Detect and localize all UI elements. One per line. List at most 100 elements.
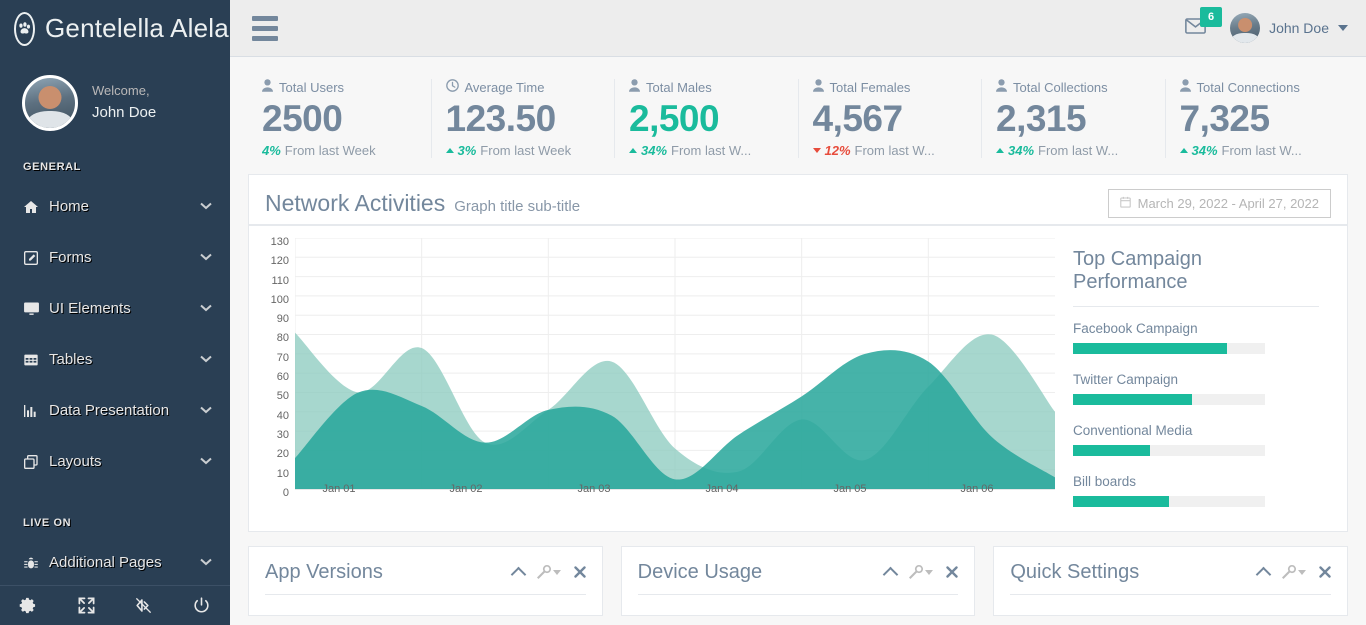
campaign-item: Conventional Media (1073, 423, 1319, 456)
y-tick: 30 (276, 428, 289, 441)
settings-wrench-icon[interactable] (1282, 565, 1307, 580)
tile-total-users: Total Users 2500 4% From last Week (248, 79, 432, 158)
chevron-down-icon (200, 252, 212, 264)
sidebar-item-label: Home (49, 198, 90, 215)
fullscreen-icon[interactable] (58, 586, 116, 625)
profile-name: John Doe (92, 104, 157, 122)
tile-count: 4,567 (812, 98, 904, 139)
y-tick: 60 (276, 371, 289, 384)
area-chart-canvas[interactable] (295, 237, 1055, 500)
campaign-label: Twitter Campaign (1073, 371, 1179, 387)
welcome-label: Welcome, (92, 82, 150, 98)
tile-subtext: From last W... (1038, 142, 1119, 158)
tile-trend: 4% From last Week (262, 143, 415, 158)
paw-icon (14, 11, 35, 46)
sidebar-item-data-presentation[interactable]: Data Presentation (0, 385, 230, 436)
sidebar-item-label: Additional Pages (49, 554, 162, 571)
user-icon (812, 79, 824, 95)
panel-title: Quick Settings (1010, 560, 1140, 583)
progress-track (1073, 393, 1265, 405)
user-icon (629, 79, 640, 95)
page-title: Network Activities (265, 189, 446, 216)
progress-track (1073, 342, 1265, 354)
panel-body: 130 120 110 100 90 80 70 60 50 40 30 20 … (249, 226, 1347, 531)
chevron-down-icon (200, 557, 212, 569)
brand-title: Gentelella Alela! (45, 13, 230, 43)
sidebar-item-label: Data Presentation (49, 402, 170, 419)
y-tick: 90 (276, 313, 289, 326)
panel-header: Network Activities Graph title sub-title… (249, 175, 1347, 226)
arrow-up-icon (1179, 147, 1188, 153)
settings-wrench-icon[interactable] (536, 565, 561, 580)
bottom-panel-row: App Versions Device Usage Quick Settings (248, 545, 1349, 616)
home-icon (23, 199, 49, 215)
sidebar-item-label: Tables (49, 351, 93, 368)
tile-trend: 12% From last W... (812, 143, 966, 158)
tile-trend: 34% From last W... (996, 143, 1149, 158)
sidebar-item-layouts[interactable]: Layouts (0, 436, 230, 487)
chart-y-axis: 130 120 110 100 90 80 70 60 50 40 30 20 … (263, 236, 289, 499)
network-activities-panel: Network Activities Graph title sub-title… (248, 173, 1348, 532)
panel-title: App Versions (265, 560, 383, 583)
y-tick: 80 (276, 332, 289, 345)
tile-count: 2500 (262, 98, 343, 139)
tile-subtext: From last W... (671, 142, 752, 158)
chevron-down-icon (200, 405, 212, 417)
chevron-down-icon (200, 201, 212, 213)
tile-percent: 34% (1191, 142, 1218, 158)
tile-subtext: From last W... (1221, 142, 1302, 158)
tile-total-males: Total Males 2,500 34% From last W... (615, 79, 799, 158)
messages-button[interactable]: 6 (1185, 6, 1223, 39)
page-content: Total Users 2500 4% From last Week Avera… (230, 57, 1366, 616)
lock-icon[interactable] (115, 586, 173, 625)
close-icon[interactable] (1319, 566, 1331, 579)
progress-track (1073, 495, 1265, 507)
panel-subtitle: Graph title sub-title (454, 197, 581, 215)
bug-icon (23, 555, 49, 571)
settings-wrench-icon[interactable] (909, 565, 934, 580)
y-tick: 100 (270, 293, 289, 306)
tile-count: 2,315 (996, 98, 1087, 139)
user-menu-label: John Doe (1269, 20, 1329, 36)
campaign-item: Facebook Campaign (1073, 321, 1319, 354)
close-icon[interactable] (946, 566, 959, 579)
settings-icon[interactable] (0, 586, 58, 625)
panel-content (637, 593, 959, 608)
tile-title: Total Collections (1013, 79, 1108, 95)
sidebar-item-label: UI Elements (49, 300, 131, 317)
x-tick: Jan 04 (705, 482, 739, 495)
sidebar-profile: Welcome, John Doe (0, 57, 230, 131)
y-tick: 110 (271, 274, 289, 287)
user-icon (1179, 79, 1191, 95)
table-icon (23, 352, 49, 368)
campaign-item: Twitter Campaign (1073, 372, 1319, 405)
edit-icon (23, 250, 49, 266)
brand[interactable]: Gentelella Alela! (0, 0, 230, 57)
campaign-label: Facebook Campaign (1073, 320, 1198, 336)
chevron-down-icon (1338, 25, 1348, 31)
tile-percent: 34% (1008, 142, 1035, 158)
tile-percent: 4% (262, 142, 281, 158)
logout-icon[interactable] (173, 586, 231, 625)
arrow-up-icon (996, 147, 1004, 153)
tile-title: Total Connections (1196, 79, 1300, 95)
collapse-icon[interactable] (510, 565, 526, 583)
sidebar-item-home[interactable]: Home (0, 181, 230, 232)
sidebar-item-forms[interactable]: Forms (0, 232, 230, 283)
collapse-icon[interactable] (1255, 565, 1272, 583)
user-icon (996, 79, 1007, 95)
clone-icon (23, 454, 49, 470)
daterange-picker[interactable]: March 29, 2022 - April 27, 2022 (1107, 188, 1331, 218)
sidebar-item-tables[interactable]: Tables (0, 334, 230, 385)
menu-toggle-icon[interactable] (252, 15, 278, 41)
user-menu[interactable]: John Doe (1230, 13, 1348, 43)
collapse-icon[interactable] (883, 565, 899, 583)
campaign-label: Conventional Media (1073, 422, 1193, 438)
sidebar-item-label: Forms (49, 249, 92, 266)
sidebar-item-additional-pages[interactable]: Additional Pages (0, 537, 230, 588)
sidebar-section-general: GENERAL (23, 161, 81, 173)
tile-percent: 3% (457, 142, 477, 158)
x-tick: Jan 06 (960, 482, 994, 495)
sidebar-item-ui-elements[interactable]: UI Elements (0, 283, 230, 334)
close-icon[interactable] (573, 566, 586, 579)
